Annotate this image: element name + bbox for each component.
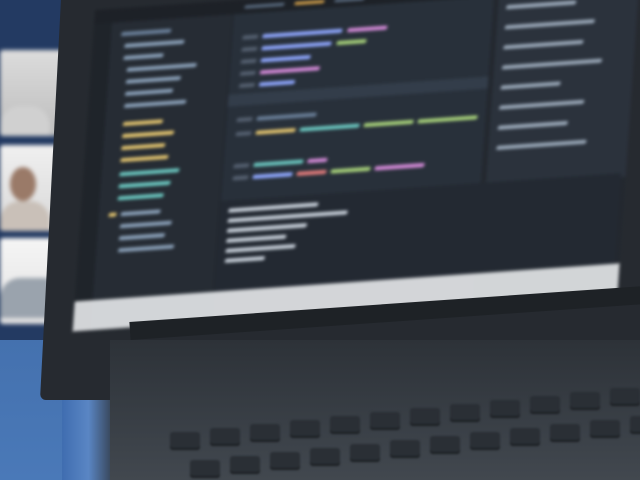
- side-panel[interactable]: [485, 0, 640, 187]
- laptop-keyboard-deck: [110, 340, 640, 480]
- laptop-screen-ide: [72, 0, 640, 332]
- file-explorer[interactable]: [89, 14, 233, 332]
- photo-scene: [0, 0, 640, 480]
